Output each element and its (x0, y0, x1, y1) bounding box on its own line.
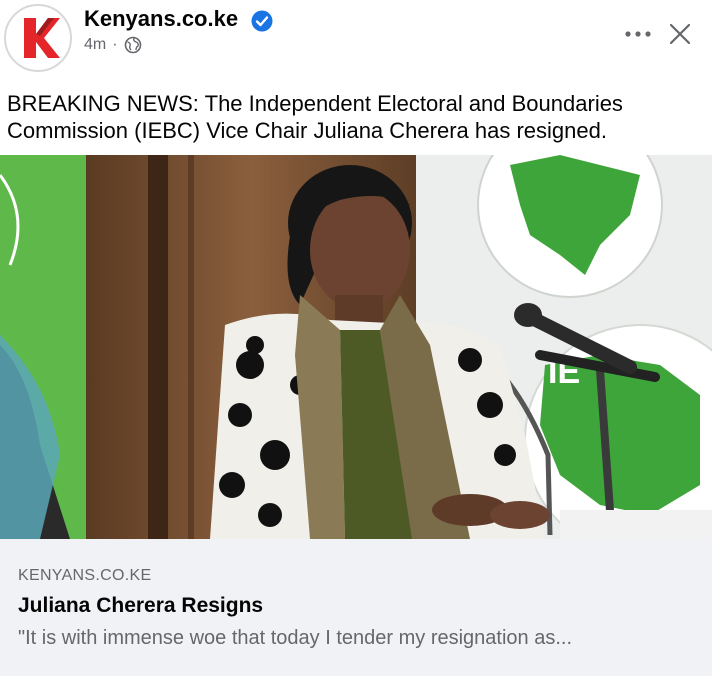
link-title[interactable]: Juliana Cherera Resigns (18, 594, 263, 618)
link-domain: KENYANS.CO.KE (18, 567, 152, 584)
page-name[interactable]: Kenyans.co.ke (84, 6, 238, 32)
post-photo[interactable]: IE (0, 155, 712, 539)
link-description: "It is with immense woe that today I ten… (18, 627, 573, 649)
meta-separator: · (112, 36, 118, 53)
globe-icon[interactable] (124, 36, 142, 54)
close-icon[interactable] (664, 18, 696, 50)
verified-badge-icon (251, 10, 273, 32)
post-timestamp[interactable]: 4m (84, 36, 106, 54)
post-meta: 4m · (84, 36, 142, 54)
more-horizontal-icon (625, 31, 651, 37)
post-image: IE (0, 155, 712, 539)
post-header: Kenyans.co.ke 4m · (0, 0, 712, 80)
more-options-button[interactable] (620, 20, 656, 48)
post-text: BREAKING NEWS: The Independent Electoral… (7, 91, 623, 143)
page-avatar[interactable] (4, 4, 72, 72)
kenyans-logo-icon (7, 7, 69, 69)
